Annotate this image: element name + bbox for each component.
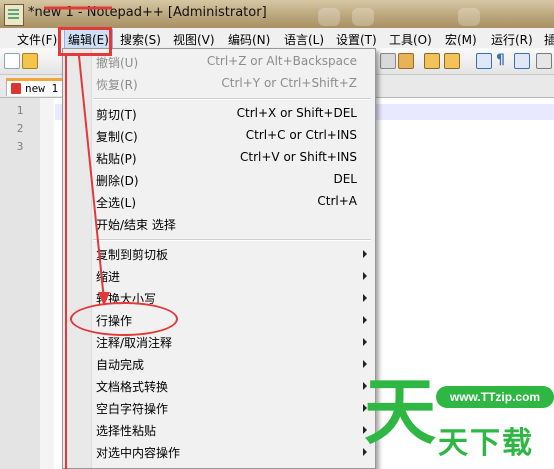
menu-item-shortcut: Ctrl+A [317, 194, 357, 208]
menu-view[interactable]: 视图(V) [170, 30, 218, 49]
line-number: 2 [16, 122, 24, 135]
menu-item-shortcut: Ctrl+X or Shift+DEL [236, 106, 357, 120]
menu-settings[interactable]: 设置(T) [333, 30, 380, 49]
menu-item-label: 粘贴(P) [96, 152, 137, 166]
watermark-sub-text: 天下载 [438, 426, 534, 461]
show-all-characters-icon[interactable]: ¶ [496, 53, 510, 67]
fold-margin [40, 98, 54, 469]
menu-item-begin-end-select[interactable]: 开始/结束 选择 [63, 212, 375, 234]
language-icon[interactable] [536, 53, 552, 69]
menu-item-label: 自动完成 [96, 358, 145, 372]
menu-item-label: 删除(D) [96, 174, 139, 188]
submenu-arrow-icon [363, 250, 367, 258]
menu-item-label: 空白字符操作 [96, 402, 169, 416]
menu-item-indent[interactable]: 缩进 [63, 264, 375, 286]
line-number: 3 [16, 140, 24, 153]
menu-item-shortcut: Ctrl+Y or Ctrl+Shift+Z [221, 76, 357, 90]
window-title: *new 1 - Notepad++ [Administrator] [28, 5, 267, 20]
annotation-highlight-box [58, 27, 112, 56]
new-file-icon[interactable] [4, 53, 20, 69]
edit-menu-dropdown: 撤销(U) Ctrl+Z or Alt+Backspace 恢复(R) Ctrl… [62, 48, 376, 469]
menu-item-label: 恢复(R) [96, 78, 138, 92]
line-number: 1 [16, 104, 24, 117]
menu-item-label: 复制(C) [96, 130, 138, 144]
title-bar: *new 1 - Notepad++ [Administrator] [0, 0, 554, 28]
menu-item-label: 撤销(U) [96, 56, 139, 70]
menu-search[interactable]: 搜索(S) [117, 30, 164, 49]
menu-tools[interactable]: 工具(O) [386, 30, 435, 49]
submenu-arrow-icon [363, 294, 367, 302]
annotation-highlight-ellipse [70, 302, 178, 336]
menu-item-on-selection[interactable]: 对选中内容操作 [63, 440, 375, 462]
menu-item-paste-special[interactable]: 选择性粘贴 [63, 418, 375, 440]
submenu-arrow-icon [363, 272, 367, 280]
menu-run[interactable]: 运行(R) [488, 30, 536, 49]
menu-item-shortcut: DEL [333, 172, 357, 186]
menu-file[interactable]: 文件(F) [14, 30, 60, 49]
menu-language[interactable]: 语言(L) [281, 30, 327, 49]
menu-item-label: 注释/取消注释 [96, 336, 173, 350]
watermark-logo: 天 www.TTzip.com 天下载 [362, 370, 554, 469]
watermark-url: www.TTzip.com [436, 386, 554, 408]
menu-item-label: 选择性粘贴 [96, 424, 157, 438]
menu-item-label: 全选(L) [96, 196, 137, 210]
title-bar-decoration [352, 8, 374, 26]
sync-scroll-h-icon[interactable] [444, 53, 460, 69]
menu-item-select-all[interactable]: 全选(L) Ctrl+A [63, 190, 375, 212]
menu-item-redo[interactable]: 恢复(R) Ctrl+Y or Ctrl+Shift+Z [63, 72, 375, 94]
menu-item-label: 缩进 [96, 270, 121, 284]
menu-separator [93, 98, 371, 100]
notepad-app-icon [4, 4, 24, 26]
menu-item-cut[interactable]: 剪切(T) Ctrl+X or Shift+DEL [63, 102, 375, 124]
submenu-arrow-icon [363, 360, 367, 368]
menu-item-label: 开始/结束 选择 [96, 218, 176, 232]
menu-item-auto-completion[interactable]: 自动完成 [63, 352, 375, 374]
zoom-in-icon[interactable] [380, 53, 396, 69]
sync-scroll-v-icon[interactable] [424, 53, 440, 69]
unsaved-file-icon [11, 83, 21, 94]
menu-item-blank-operations[interactable]: 空白字符操作 [63, 396, 375, 418]
menu-item-label: 对选中内容操作 [96, 446, 181, 460]
watermark-big-char: 天 [364, 370, 437, 454]
menu-item-copy[interactable]: 复制(C) Ctrl+C or Ctrl+INS [63, 124, 375, 146]
find-replace-icon[interactable] [398, 53, 414, 69]
submenu-arrow-icon [363, 316, 367, 324]
word-wrap-icon[interactable] [476, 53, 492, 69]
menu-separator [93, 239, 371, 241]
menu-item-label: 剪切(T) [96, 108, 137, 122]
menu-encoding[interactable]: 编码(N) [225, 30, 273, 49]
open-folder-icon[interactable] [22, 53, 38, 69]
menu-macro[interactable]: 宏(M) [442, 30, 480, 49]
menu-plugins[interactable]: 插 [541, 30, 554, 49]
menu-item-copy-to-clipboard[interactable]: 复制到剪切板 [63, 242, 375, 264]
title-bar-decoration [458, 8, 480, 26]
menu-item-delete[interactable]: 删除(D) DEL [63, 168, 375, 190]
submenu-arrow-icon [363, 338, 367, 346]
menu-item-shortcut: Ctrl+C or Ctrl+INS [245, 128, 357, 142]
menu-item-paste[interactable]: 粘贴(P) Ctrl+V or Shift+INS [63, 146, 375, 168]
menu-item-shortcut: Ctrl+V or Shift+INS [240, 150, 357, 164]
menu-item-label: 复制到剪切板 [96, 248, 169, 262]
title-bar-decoration [318, 8, 340, 26]
menu-item-eol-conversion[interactable]: 文档格式转换 [63, 374, 375, 396]
menu-item-shortcut: Ctrl+Z or Alt+Backspace [206, 54, 357, 68]
menu-item-label: 文档格式转换 [96, 380, 169, 394]
line-number-gutter: 1 2 3 [0, 98, 41, 469]
tab-label: new 1 [25, 82, 59, 95]
indent-guide-icon[interactable] [514, 53, 530, 69]
